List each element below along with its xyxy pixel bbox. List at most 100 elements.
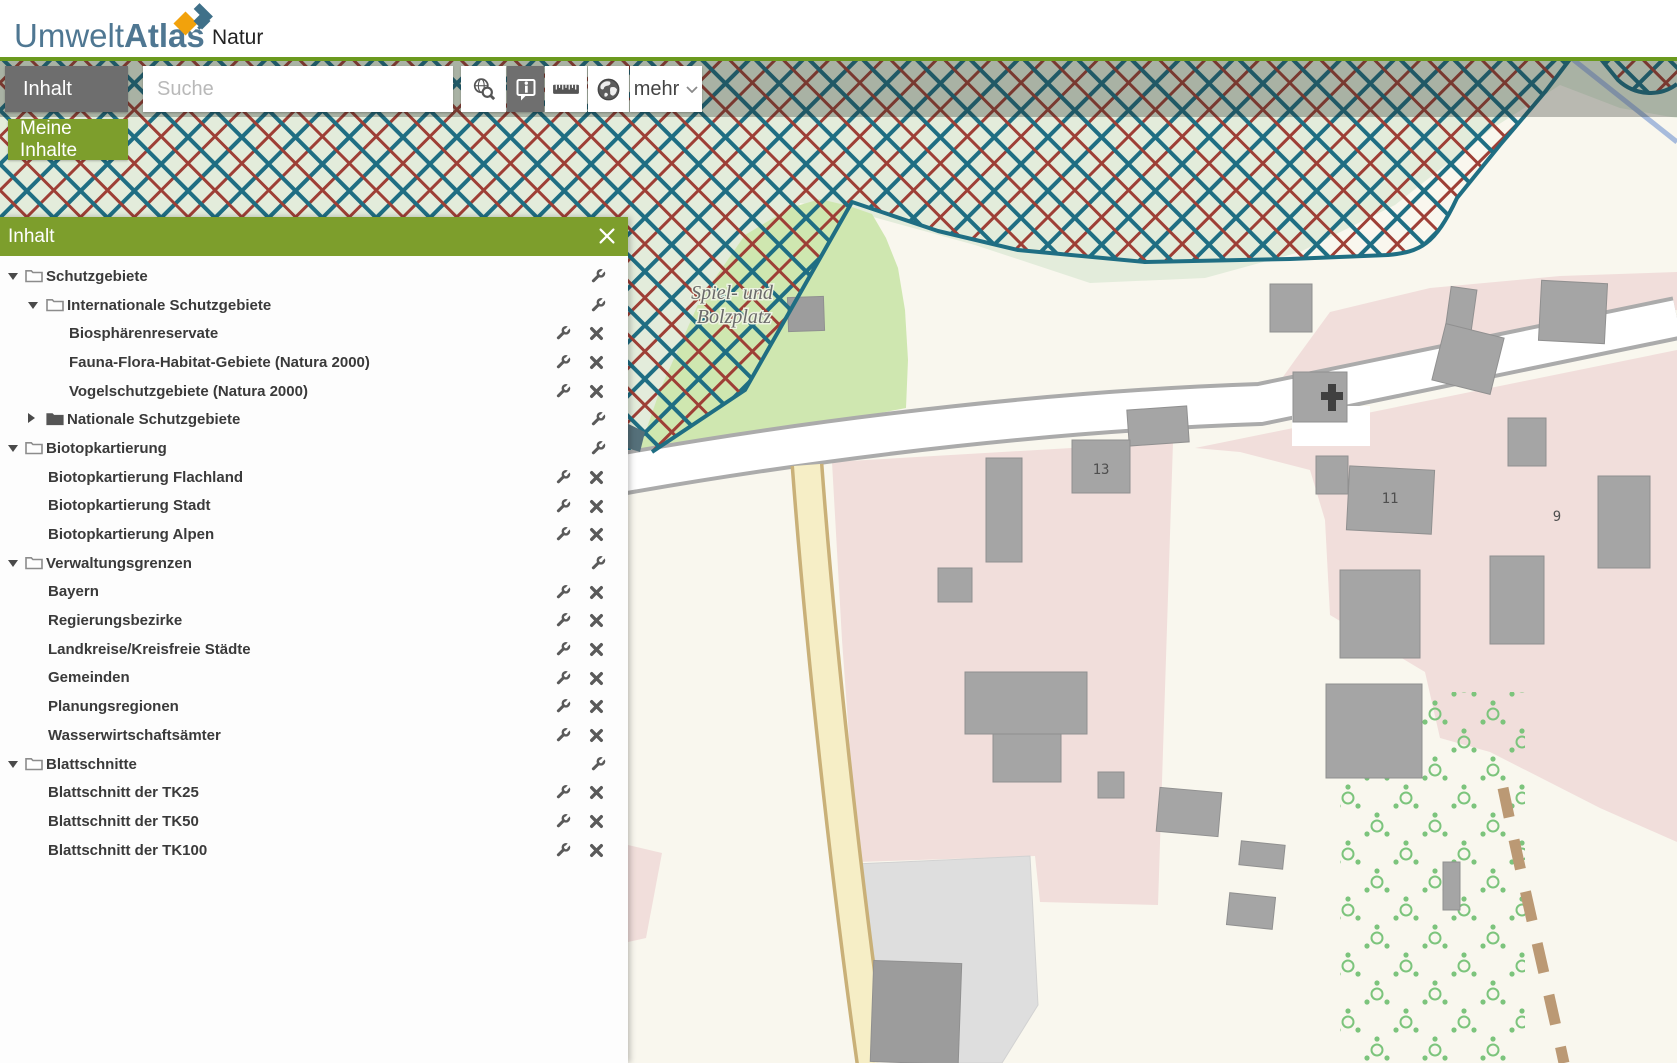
remove-layer-icon[interactable] [589,613,604,628]
more-tools-button[interactable]: mehr [630,66,702,112]
tree-item-label[interactable]: Blattschnitt der TK50 [48,813,199,830]
wrench-settings-icon[interactable] [589,411,606,428]
zoom-to-location-button[interactable] [461,66,506,112]
tree-layer-biotopkartierung-stadt[interactable]: Biotopkartierung Stadt [0,492,628,521]
tree-layer-biotopkartierung-alpen[interactable]: Biotopkartierung Alpen [0,520,628,549]
caret-down-icon[interactable] [8,273,18,280]
caret-down-icon[interactable] [8,445,18,452]
tree-layer-wasserwirtschaftsaemter[interactable]: Wasserwirtschaftsämter [0,721,628,750]
remove-layer-icon[interactable] [589,642,604,657]
tree-item-label[interactable]: Internationale Schutzgebiete [67,297,271,314]
tree-layer-biotopkartierung-flachland[interactable]: Biotopkartierung Flachland [0,463,628,492]
tree-item-label[interactable]: Nationale Schutzgebiete [67,411,240,428]
tree-item-label[interactable]: Wasserwirtschaftsämter [48,727,221,744]
tree-layer-ffh-gebiete[interactable]: Fauna-Flora-Habitat-Gebiete (Natura 2000… [0,348,628,377]
remove-layer-icon[interactable] [589,699,604,714]
tree-item-label[interactable]: Verwaltungsgrenzen [46,555,192,572]
remove-layer-icon[interactable] [589,326,604,341]
wrench-settings-icon[interactable] [554,842,571,859]
wrench-settings-icon[interactable] [589,440,606,457]
tree-item-label[interactable]: Biotopkartierung Alpen [48,526,214,543]
wrench-settings-icon[interactable] [554,698,571,715]
wrench-settings-icon[interactable] [554,612,571,629]
wrench-settings-icon[interactable] [554,354,571,371]
wrench-settings-icon[interactable] [554,325,571,342]
tree-layer-blattschnitt-tk25[interactable]: Blattschnitt der TK25 [0,778,628,807]
remove-layer-icon[interactable] [589,527,604,542]
wrench-settings-icon[interactable] [554,584,571,601]
tree-item-label[interactable]: Fauna-Flora-Habitat-Gebiete (Natura 2000… [69,354,370,371]
remove-layer-icon[interactable] [589,728,604,743]
search-input[interactable] [143,66,453,112]
measure-button[interactable] [545,66,587,112]
tree-folder-blattschnitte[interactable]: Blattschnitte [0,750,628,779]
meine-inhalte-label: Meine Inhalte [20,118,128,162]
tree-item-label[interactable]: Biotopkartierung Flachland [48,469,243,486]
tree-item-label[interactable]: Biotopkartierung [46,440,167,457]
tree-item-label[interactable]: Blattschnitt der TK100 [48,842,207,859]
tree-layer-blattschnitt-tk100[interactable]: Blattschnitt der TK100 [0,836,628,865]
tree-item-label[interactable]: Regierungsbezirke [48,612,182,629]
tree-layer-regierungsbezirke[interactable]: Regierungsbezirke [0,606,628,635]
folder-open-icon [46,298,64,312]
remove-layer-icon[interactable] [589,384,604,399]
tree-item-label[interactable]: Gemeinden [48,669,130,686]
layer-tree: Schutzgebiete Internationale Schutzgebie… [0,262,628,864]
overview-map-button[interactable] [588,66,629,112]
caret-right-icon[interactable] [28,413,35,423]
tree-item-label[interactable]: Blattschnitt der TK25 [48,784,199,801]
tree-layer-landkreise[interactable]: Landkreise/Kreisfreie Städte [0,635,628,664]
tree-folder-internationale-schutzgebiete[interactable]: Internationale Schutzgebiete [0,291,628,320]
wrench-settings-icon[interactable] [554,383,571,400]
wrench-settings-icon[interactable] [554,641,571,658]
tree-item-label[interactable]: Biotopkartierung Stadt [48,497,211,514]
playground-label-line1: Spiel- und [691,282,774,304]
remove-layer-icon[interactable] [589,499,604,514]
tree-item-label[interactable]: Bayern [48,583,99,600]
caret-down-icon[interactable] [8,761,18,768]
wrench-settings-icon[interactable] [554,784,571,801]
tree-item-label[interactable]: Landkreise/Kreisfreie Städte [48,641,251,658]
app-header: UmweltAtlas Natur [0,0,1677,57]
remove-layer-icon[interactable] [589,585,604,600]
remove-layer-icon[interactable] [589,843,604,858]
tree-folder-nationale-schutzgebiete[interactable]: Nationale Schutzgebiete [0,405,628,434]
wrench-settings-icon[interactable] [554,498,571,515]
remove-layer-icon[interactable] [589,814,604,829]
tree-item-label[interactable]: Planungsregionen [48,698,179,715]
remove-layer-icon[interactable] [589,671,604,686]
meine-inhalte-button[interactable]: Meine Inhalte [8,119,128,160]
tree-layer-vogelschutzgebiete[interactable]: Vogelschutzgebiete (Natura 2000) [0,377,628,406]
wrench-settings-icon[interactable] [554,526,571,543]
caret-down-icon[interactable] [8,560,18,567]
tree-layer-blattschnitt-tk50[interactable]: Blattschnitt der TK50 [0,807,628,836]
caret-down-icon[interactable] [28,302,38,309]
tree-layer-gemeinden[interactable]: Gemeinden [0,664,628,693]
remove-layer-icon[interactable] [589,470,604,485]
wrench-settings-icon[interactable] [589,555,606,572]
wrench-settings-icon[interactable] [554,727,571,744]
tree-layer-biosphaerenreservate[interactable]: Biosphärenreservate [0,319,628,348]
feature-info-button[interactable] [507,66,544,112]
tree-item-label[interactable]: Biosphärenreservate [69,325,218,342]
wrench-settings-icon[interactable] [554,670,571,687]
globe-magnifier-icon [472,77,496,101]
tree-item-label[interactable]: Blattschnitte [46,756,137,773]
house-number-11: 11 [1382,491,1399,507]
wrench-settings-icon[interactable] [554,469,571,486]
wrench-settings-icon[interactable] [589,297,606,314]
tree-folder-schutzgebiete[interactable]: Schutzgebiete [0,262,628,291]
tree-layer-planungsregionen[interactable]: Planungsregionen [0,692,628,721]
tree-folder-verwaltungsgrenzen[interactable]: Verwaltungsgrenzen [0,549,628,578]
tree-folder-biotopkartierung[interactable]: Biotopkartierung [0,434,628,463]
tree-item-label[interactable]: Vogelschutzgebiete (Natura 2000) [69,383,308,400]
wrench-settings-icon[interactable] [589,756,606,773]
remove-layer-icon[interactable] [589,355,604,370]
tree-layer-bayern[interactable]: Bayern [0,578,628,607]
tree-item-label[interactable]: Schutzgebiete [46,268,148,285]
wrench-settings-icon[interactable] [589,268,606,285]
close-icon[interactable] [598,227,616,245]
remove-layer-icon[interactable] [589,785,604,800]
wrench-settings-icon[interactable] [554,813,571,830]
inhalt-toggle-button[interactable]: Inhalt [5,66,128,112]
